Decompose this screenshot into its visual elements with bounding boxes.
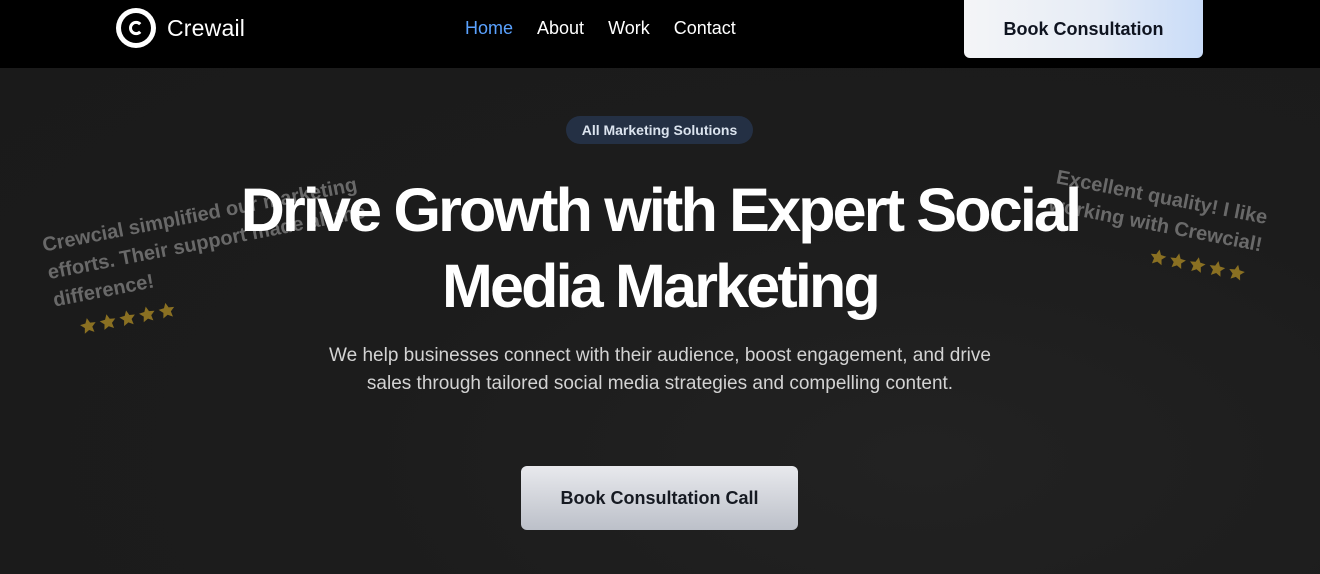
star-icon: [1229, 264, 1245, 281]
landing-page: Crewail Home About Work Contact Book Con…: [0, 0, 1320, 574]
brand[interactable]: Crewail: [116, 8, 245, 48]
hero-headline: Drive Growth with Expert Social Media Ma…: [210, 172, 1110, 324]
star-icon: [158, 302, 175, 319]
book-consultation-button[interactable]: Book Consultation: [964, 0, 1203, 58]
star-icon: [1209, 261, 1226, 277]
star-icon: [1190, 257, 1206, 273]
book-consultation-call-button[interactable]: Book Consultation Call: [521, 466, 798, 530]
hero-badge: All Marketing Solutions: [566, 116, 753, 144]
hero-headline-line-2: Media Marketing: [442, 252, 881, 320]
star-icon: [99, 314, 116, 330]
star-icon: [138, 306, 155, 323]
c-circle-logo-icon: [116, 8, 156, 48]
top-navbar: Crewail Home About Work Contact Book Con…: [0, 0, 1320, 68]
hero-description: We help businesses connect with their au…: [329, 345, 991, 394]
main-nav: Home About Work Contact: [465, 17, 736, 39]
nav-link-about[interactable]: About: [537, 17, 584, 39]
star-icon: [1170, 253, 1186, 270]
hero-headline-line-1: Drive Growth with Expert Social: [240, 176, 1082, 244]
star-icon: [119, 310, 135, 327]
nav-link-work[interactable]: Work: [608, 17, 650, 39]
nav-link-home[interactable]: Home: [465, 17, 513, 39]
star-icon: [80, 318, 96, 334]
star-icon: [1150, 249, 1167, 266]
nav-link-contact[interactable]: Contact: [674, 17, 736, 39]
brand-name: Crewail: [167, 14, 246, 41]
